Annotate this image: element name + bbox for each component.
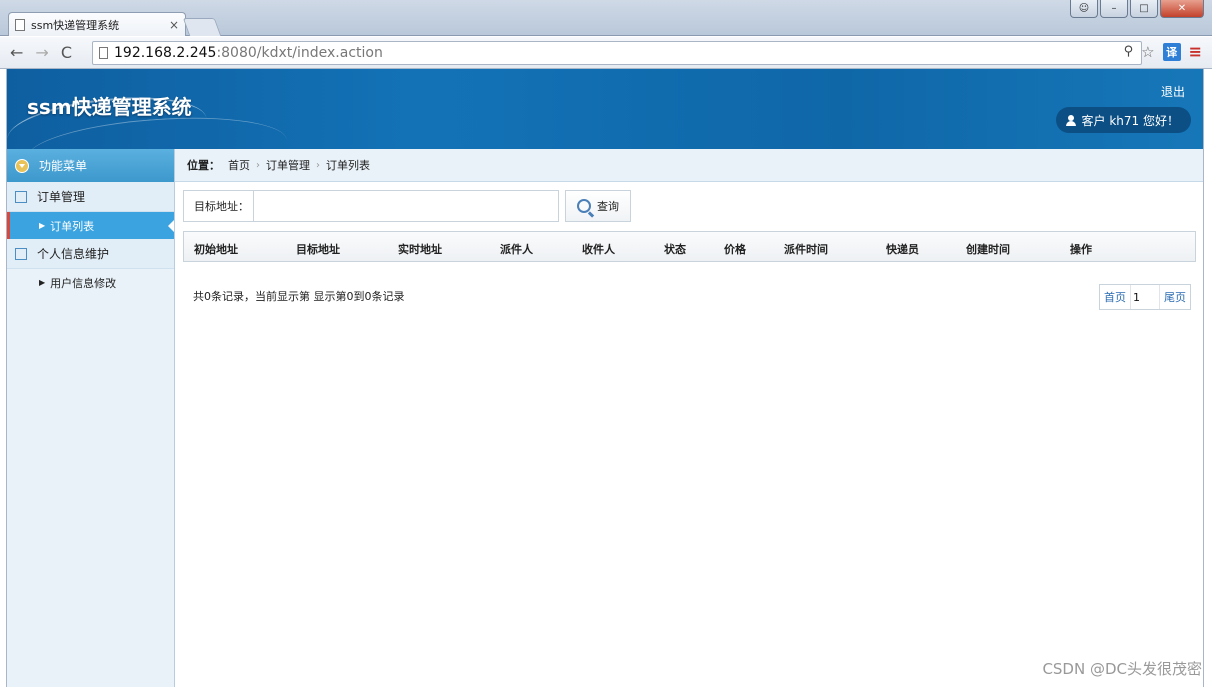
search-bar: 目标地址： 查询: [183, 190, 631, 222]
user-icon[interactable]: ☺: [1070, 0, 1098, 18]
page-icon: [99, 47, 108, 59]
breadcrumb-current: 订单列表: [326, 159, 370, 172]
address-bar[interactable]: 192.168.2.245:8080/kdxt/index.action: [92, 41, 1142, 65]
column-header[interactable]: 价格: [724, 241, 746, 257]
column-header[interactable]: 操作: [1070, 241, 1092, 257]
sidebar-group-profile[interactable]: 个人信息维护: [7, 239, 174, 269]
caret-right-icon: ▶: [39, 278, 46, 287]
app-header: ssm快递管理系统 退出 客户 kh71 您好！: [7, 69, 1203, 149]
column-header[interactable]: 目标地址: [296, 241, 340, 257]
sidebar-item-user-edit[interactable]: ▶ 用户信息修改: [7, 269, 174, 296]
pagination: 首页 1 尾页: [1099, 284, 1191, 310]
sidebar-header[interactable]: 功能菜单: [7, 149, 174, 182]
list-icon: [15, 190, 27, 203]
toolbar-actions: ⚲ ☆ 译 ≡: [1124, 42, 1202, 61]
bookmark-star-icon[interactable]: ☆: [1141, 43, 1154, 61]
tab-close-icon[interactable]: ×: [169, 18, 179, 32]
app-brand: ssm快递管理系统: [27, 95, 192, 119]
sidebar-item-label: 订单列表: [50, 219, 95, 233]
maximize-icon[interactable]: □: [1130, 0, 1158, 18]
watermark: CSDN @DC头发很茂密: [1042, 660, 1202, 678]
browser-toolbar: ← → C 192.168.2.245:8080/kdxt/index.acti…: [0, 37, 1212, 69]
column-header[interactable]: 派件时间: [784, 241, 828, 257]
first-page-link[interactable]: 首页: [1100, 289, 1130, 305]
order-table-header: 初始地址 目标地址 实时地址 派件人 收件人 状态 价格 派件时间 快递员 创建…: [183, 231, 1196, 262]
logout-link[interactable]: 退出: [1161, 83, 1185, 100]
breadcrumb-label: 位置：: [187, 159, 220, 172]
record-summary: 共0条记录，当前显示第 显示第0到0条记录: [193, 290, 405, 303]
target-address-input[interactable]: [253, 191, 558, 221]
breadcrumb-orders[interactable]: 订单管理: [266, 157, 310, 173]
search-button[interactable]: 查询: [565, 190, 631, 222]
sidebar: 功能菜单 订单管理 ▶ 订单列表 个人信息维护 ▶ 用户信息修改: [7, 149, 175, 687]
column-header[interactable]: 快递员: [886, 241, 919, 257]
back-icon[interactable]: ←: [10, 43, 23, 62]
tab-title: ssm快递管理系统: [31, 18, 120, 32]
column-header[interactable]: 初始地址: [194, 241, 238, 257]
window-controls: ☺ – □ ✕: [1070, 0, 1204, 18]
main-content: 位置： 首页 › 订单管理 › 订单列表 目标地址： 查询 初始地址 目标地址 …: [175, 149, 1203, 687]
new-tab-button[interactable]: [182, 18, 222, 36]
browser-titlebar: ssm快递管理系统 × ☺ – □ ✕: [0, 0, 1212, 36]
reload-icon[interactable]: C: [61, 43, 72, 62]
user-greeting-text: 客户 kh71 您好！: [1081, 113, 1179, 128]
search-button-label: 查询: [597, 200, 619, 213]
user-greeting: 客户 kh71 您好！: [1055, 107, 1191, 133]
caret-right-icon: ▶: [39, 221, 46, 230]
browser-menu-icon[interactable]: ≡: [1189, 42, 1202, 61]
column-header[interactable]: 实时地址: [398, 241, 442, 257]
key-icon[interactable]: ⚲: [1124, 44, 1134, 59]
column-header[interactable]: 状态: [664, 241, 686, 257]
translate-icon[interactable]: 译: [1162, 42, 1181, 61]
url-path: :8080/kdxt/index.action: [216, 45, 383, 61]
calendar-icon: [15, 247, 27, 260]
close-window-icon[interactable]: ✕: [1160, 0, 1204, 18]
browser-tab[interactable]: ssm快递管理系统 ×: [8, 12, 186, 36]
user-icon: [1065, 114, 1076, 126]
column-header[interactable]: 创建时间: [966, 241, 1010, 257]
sidebar-item-label: 用户信息修改: [50, 276, 117, 290]
app-frame: ssm快递管理系统 退出 客户 kh71 您好！ 功能菜单 订单管理 ▶ 订单列…: [6, 69, 1204, 687]
forward-icon[interactable]: →: [35, 43, 48, 62]
page-icon: [15, 18, 25, 31]
search-icon: [577, 199, 591, 213]
breadcrumb: 位置： 首页 › 订单管理 › 订单列表: [175, 149, 1203, 182]
menu-toggle-icon: [15, 158, 29, 173]
chevron-right-icon: ›: [256, 159, 260, 171]
sidebar-group-label: 个人信息维护: [37, 247, 110, 261]
target-address-field: 目标地址：: [183, 190, 559, 222]
column-header[interactable]: 派件人: [500, 241, 533, 257]
target-address-label: 目标地址：: [194, 200, 249, 213]
sidebar-group-label: 订单管理: [37, 190, 86, 204]
minimize-icon[interactable]: –: [1100, 0, 1128, 18]
chevron-right-icon: ›: [316, 159, 320, 171]
breadcrumb-home[interactable]: 首页: [228, 157, 250, 173]
last-page-link[interactable]: 尾页: [1160, 289, 1190, 305]
column-header[interactable]: 收件人: [582, 241, 615, 257]
sidebar-group-orders[interactable]: 订单管理: [7, 182, 174, 212]
url-host: 192.168.2.245: [114, 45, 217, 61]
page-number-input[interactable]: 1: [1130, 285, 1160, 309]
sidebar-title: 功能菜单: [39, 159, 88, 173]
sidebar-item-order-list[interactable]: ▶ 订单列表: [7, 212, 174, 239]
